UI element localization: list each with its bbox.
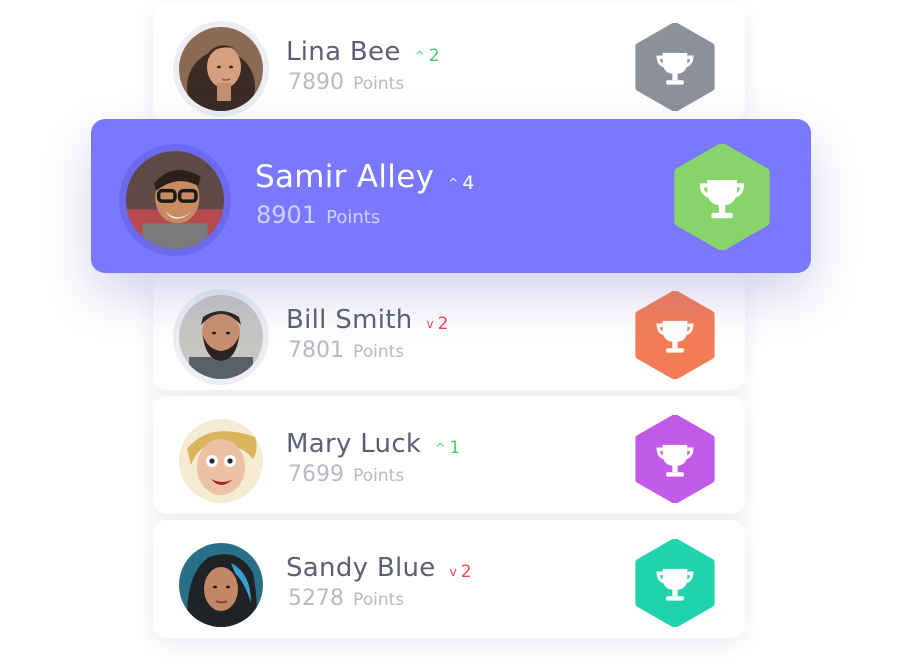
avatar (179, 543, 263, 627)
leaderboard-row[interactable]: Sandy Blue v 2 5278 Points (153, 520, 745, 638)
points-label: Points (353, 342, 405, 362)
points-value: 7699 (288, 462, 344, 487)
avatar-ring (173, 413, 269, 509)
caret-down-icon: v (449, 565, 457, 579)
trophy-icon (669, 144, 775, 250)
trophy-icon (631, 539, 719, 627)
player-name: Sandy Blue (286, 553, 436, 583)
avatar (179, 295, 263, 379)
points-value: 7890 (288, 70, 344, 95)
trophy-icon (631, 23, 719, 111)
avatar (179, 27, 263, 111)
player-name: Bill Smith (286, 305, 413, 335)
trophy-icon (631, 415, 719, 503)
avatar (126, 151, 224, 249)
rank-change-value: 1 (449, 438, 461, 458)
avatar-ring (173, 537, 269, 633)
caret-up-icon: ^ (435, 441, 446, 455)
points-label: Points (326, 207, 381, 228)
points-value: 8901 (256, 201, 318, 229)
rank-change: ^ 2 (415, 46, 440, 66)
player-name: Samir Alley (255, 159, 435, 195)
rank-change-value: 2 (460, 562, 472, 582)
rank-change-value: 4 (462, 172, 475, 194)
avatar-ring (173, 21, 269, 117)
points-value: 5278 (288, 586, 344, 611)
points-label: Points (353, 466, 405, 486)
points-label: Points (353, 74, 405, 94)
rank-change: ^ 4 (448, 172, 474, 194)
avatar-ring (119, 144, 231, 256)
rank-change: v 2 (427, 314, 449, 334)
rank-change-value: 2 (437, 314, 449, 334)
leaderboard-row-highlighted[interactable]: Samir Alley ^ 4 8901 Points (91, 119, 811, 273)
trophy-icon (631, 291, 719, 379)
points-value: 7801 (288, 338, 344, 363)
leaderboard-row[interactable]: Mary Luck ^ 1 7699 Points (153, 396, 745, 514)
leaderboard-row[interactable]: Lina Bee ^ 2 7890 Points (153, 4, 745, 122)
avatar (179, 419, 263, 503)
caret-down-icon: v (426, 317, 434, 331)
player-name: Lina Bee (286, 37, 401, 67)
rank-change-value: 2 (428, 46, 440, 66)
rank-change: ^ 1 (435, 438, 460, 458)
leaderboard-row[interactable]: Bill Smith v 2 7801 Points (153, 272, 745, 390)
caret-up-icon: ^ (448, 176, 459, 190)
points-label: Points (353, 590, 405, 610)
rank-change: v 2 (450, 562, 472, 582)
caret-up-icon: ^ (414, 49, 425, 63)
avatar-ring (173, 289, 269, 385)
player-name: Mary Luck (286, 429, 422, 459)
